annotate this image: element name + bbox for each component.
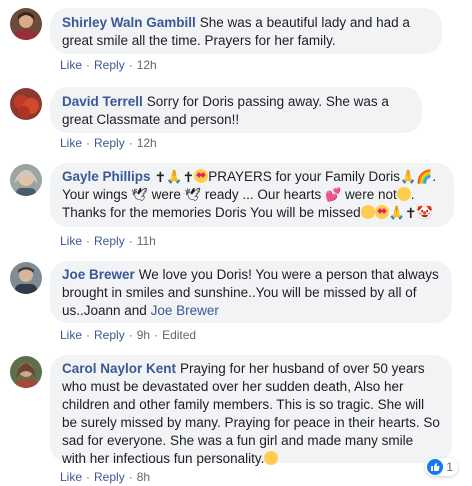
heart-eyes-icon: [194, 169, 209, 183]
comment-bubble: Joe Brewer We love you Doris! You were a …: [50, 261, 452, 323]
separator: ·: [86, 58, 91, 72]
comment-author[interactable]: Shirley Waln Gambill: [62, 15, 196, 30]
separator: ·: [128, 136, 133, 150]
like-reaction-icon: [427, 459, 444, 475]
comment-actions: Like · Reply · 12h: [60, 136, 157, 150]
reply-link[interactable]: Reply: [94, 58, 125, 72]
comment-author[interactable]: Carol Naylor Kent: [62, 361, 176, 376]
comment-text: PRAYERS for your Family Doris: [208, 169, 400, 184]
clown-icon: 🤡: [416, 205, 433, 220]
sad-face-icon: [396, 187, 411, 201]
comment-timestamp[interactable]: 12h: [137, 58, 157, 72]
like-link[interactable]: Like: [60, 328, 82, 342]
like-link[interactable]: Like: [60, 234, 82, 248]
separator: ·: [128, 234, 133, 248]
avatar[interactable]: [10, 356, 42, 388]
dove-icon: 🕊: [184, 187, 202, 202]
comment-timestamp[interactable]: 8h: [137, 470, 150, 484]
separator: ·: [86, 234, 91, 248]
pink-heart-icon: 💕: [324, 187, 342, 202]
comment-bubble: Gayle Phillips ✝🙏✝ PRAYERS for your Family…: [50, 163, 454, 227]
heart-eyes-icon: [374, 205, 389, 219]
comment-timestamp[interactable]: 9h: [137, 328, 150, 342]
like-link[interactable]: Like: [60, 136, 82, 150]
separator: ·: [154, 328, 159, 342]
comment-text: were: [151, 187, 181, 202]
rainbow-icon: 🌈: [416, 169, 433, 184]
comment-actions: Like · Reply · 9h · Edited: [60, 328, 196, 342]
reply-link[interactable]: Reply: [94, 328, 125, 342]
comment-text: Your wings: [62, 187, 128, 202]
reaction-count: 1: [446, 460, 453, 474]
avatar[interactable]: [10, 164, 42, 196]
cross-icon: ✝: [182, 169, 195, 185]
praying-hands-icon: 🙏: [166, 169, 183, 184]
reply-link[interactable]: Reply: [94, 234, 125, 248]
avatar[interactable]: [10, 88, 42, 120]
comment-line: Thanks for the memories Doris You will b…: [62, 204, 442, 222]
avatar[interactable]: [10, 262, 42, 294]
comment-bubble: Carol Naylor Kent Praying for her husband…: [50, 355, 452, 466]
relieved-face-icon: [264, 451, 279, 465]
comment-actions: Like · Reply · 11h: [60, 234, 156, 248]
reply-link[interactable]: Reply: [94, 470, 125, 484]
separator: ·: [128, 58, 133, 72]
comment-actions: Like · Reply · 8h: [60, 470, 150, 484]
comment-timestamp[interactable]: 11h: [137, 234, 156, 248]
comment-bubble: Shirley Waln Gambill She was a beautiful …: [50, 8, 442, 54]
mention-link[interactable]: Joe Brewer: [151, 303, 219, 318]
comment-text: were not: [344, 187, 397, 202]
comment-text: ready ... Our hearts: [204, 187, 322, 202]
sad-face-icon: [360, 205, 375, 219]
comment-author[interactable]: David Terrell: [62, 94, 143, 109]
like-link[interactable]: Like: [60, 58, 82, 72]
praying-hands-icon: 🙏: [388, 205, 405, 220]
separator: ·: [86, 328, 91, 342]
separator: ·: [128, 470, 133, 484]
comment-timestamp[interactable]: 12h: [137, 136, 157, 150]
reply-link[interactable]: Reply: [94, 136, 125, 150]
comment-actions: Like · Reply · 12h: [60, 58, 157, 72]
comment-line: Gayle Phillips ✝🙏✝ PRAYERS for your Family…: [62, 169, 437, 185]
comment-text: Praying for her husband of over 50 years…: [62, 361, 440, 466]
reaction-summary[interactable]: 1: [425, 458, 458, 476]
dove-icon: 🕊: [131, 187, 148, 202]
cross-icon: ✝: [404, 205, 417, 221]
comment-bubble: David Terrell Sorry for Doris passing awa…: [50, 87, 422, 133]
separator: ·: [86, 136, 91, 150]
separator: ·: [128, 328, 133, 342]
avatar[interactable]: [10, 8, 42, 40]
cross-icon: ✝: [154, 169, 167, 185]
comment-text: Thanks for the memories Doris You will b…: [62, 205, 361, 220]
edited-label[interactable]: Edited: [162, 328, 196, 342]
like-link[interactable]: Like: [60, 470, 82, 484]
comment-author[interactable]: Gayle Phillips: [62, 169, 151, 184]
separator: ·: [86, 470, 91, 484]
comment-author[interactable]: Joe Brewer: [62, 267, 135, 282]
comment-line: Your wings 🕊 were 🕊 ready ... Our hearts…: [62, 187, 415, 202]
praying-hands-icon: 🙏: [400, 169, 417, 184]
